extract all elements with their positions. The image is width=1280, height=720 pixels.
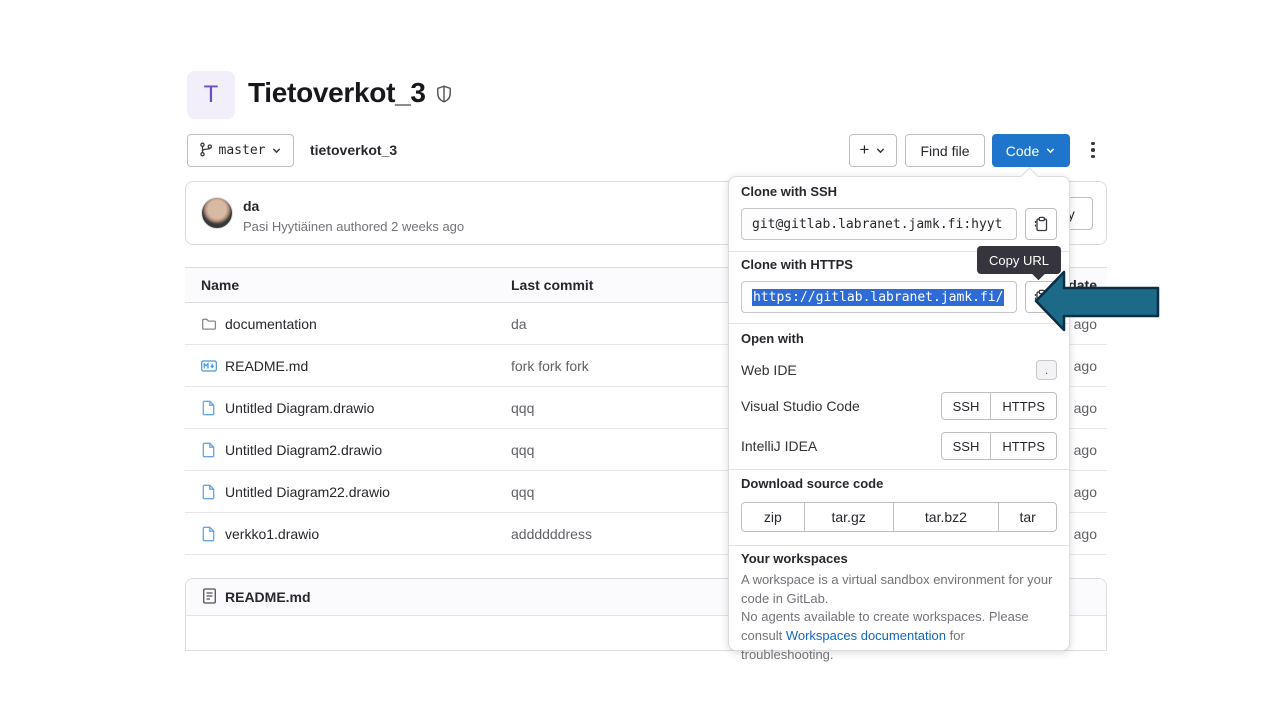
branch-selector[interactable]: master: [187, 134, 294, 167]
branch-name: master: [219, 143, 266, 158]
vscode-protocol-group: SSH HTTPS: [941, 392, 1057, 420]
project-avatar: T: [187, 71, 235, 119]
copy-url-tooltip: Copy URL: [977, 246, 1061, 274]
file-icon: [201, 526, 217, 542]
file-icon: [201, 484, 217, 500]
page-title: Tietoverkot_3: [248, 77, 426, 109]
workspaces-note: No agents available to create workspaces…: [741, 608, 1057, 665]
file-name[interactable]: Untitled Diagram2.drawio: [225, 442, 382, 458]
chevron-down-icon: [1045, 143, 1056, 159]
folder-icon: [201, 316, 217, 332]
https-url-field[interactable]: https://gitlab.labranet.jamk.fi/: [741, 281, 1017, 313]
workspaces-documentation-link[interactable]: Workspaces documentation: [786, 628, 946, 643]
commit-message[interactable]: da: [243, 198, 259, 214]
readme-title: README.md: [225, 589, 311, 605]
intellij-label: IntelliJ IDEA: [741, 438, 817, 454]
copy-ssh-url-button[interactable]: [1025, 208, 1057, 240]
file-name[interactable]: README.md: [225, 358, 308, 374]
intellij-ssh-button[interactable]: SSH: [942, 433, 992, 459]
ssh-url-field[interactable]: git@gitlab.labranet.jamk.fi:hyyt: [741, 208, 1017, 240]
vscode-label: Visual Studio Code: [741, 398, 860, 414]
chevron-down-icon: [875, 143, 886, 159]
web-ide-link[interactable]: Web IDE: [741, 362, 797, 378]
intellij-protocol-group: SSH HTTPS: [941, 432, 1057, 460]
workspaces-title: Your workspaces: [741, 551, 1057, 566]
intellij-https-button[interactable]: HTTPS: [991, 433, 1056, 459]
web-ide-shortcut-badge: .: [1036, 360, 1057, 380]
selected-url-text: https://gitlab.labranet.jamk.fi/: [752, 289, 1004, 306]
file-name[interactable]: documentation: [225, 316, 317, 332]
file-icon: [201, 442, 217, 458]
copy-https-url-button[interactable]: [1025, 281, 1057, 313]
download-zip-button[interactable]: zip: [742, 503, 805, 531]
download-tarbz2-button[interactable]: tar.bz2: [894, 503, 1000, 531]
gitlab-repo-page: T Tietoverkot_3 master tietoverkot_3 + F…: [0, 0, 1280, 720]
code-button-label: Code: [1006, 143, 1039, 159]
open-with-label: Open with: [741, 331, 1057, 346]
download-targz-button[interactable]: tar.gz: [805, 503, 894, 531]
vscode-ssh-button[interactable]: SSH: [942, 393, 992, 419]
workspaces-description: A workspace is a virtual sandbox environ…: [741, 571, 1057, 609]
download-tar-button[interactable]: tar: [999, 503, 1056, 531]
find-file-button[interactable]: Find file: [905, 134, 985, 167]
add-file-button[interactable]: +: [849, 134, 897, 167]
clone-ssh-label: Clone with SSH: [741, 184, 1057, 199]
download-source-label: Download source code: [741, 476, 1057, 491]
file-icon: [201, 400, 217, 416]
commit-byline: Pasi Hyytiäinen authored 2 weeks ago: [243, 219, 464, 234]
vscode-https-button[interactable]: HTTPS: [991, 393, 1056, 419]
file-name[interactable]: verkko1.drawio: [225, 526, 319, 542]
document-icon: [202, 588, 217, 607]
file-name[interactable]: Untitled Diagram22.drawio: [225, 484, 390, 500]
shield-icon[interactable]: [436, 85, 452, 108]
breadcrumb[interactable]: tietoverkot_3: [310, 142, 397, 158]
markdown-icon: [201, 358, 217, 374]
branch-icon: [199, 142, 213, 160]
file-name[interactable]: Untitled Diagram.drawio: [225, 400, 374, 416]
plus-icon: +: [860, 140, 870, 160]
commit-author-avatar[interactable]: [201, 197, 233, 229]
code-button[interactable]: Code: [992, 134, 1070, 167]
download-format-group: zip tar.gz tar.bz2 tar: [741, 502, 1057, 532]
more-actions-button[interactable]: [1086, 140, 1100, 160]
chevron-down-icon: [271, 143, 282, 159]
column-header-name: Name: [185, 277, 511, 293]
